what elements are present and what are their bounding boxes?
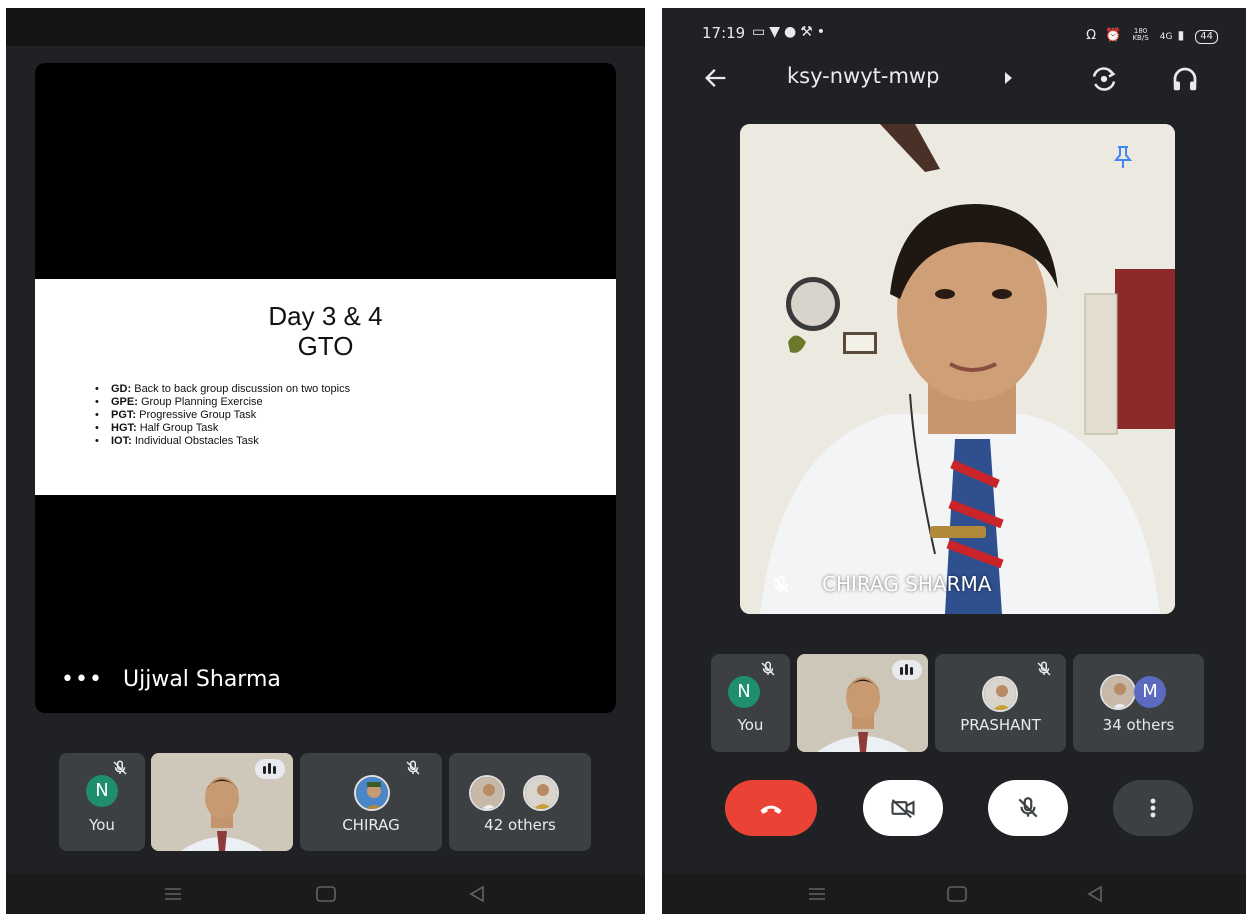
presentation-slide: Day 3 & 4 GTO GD: Back to back group dis… — [35, 279, 616, 495]
avatar: N — [728, 676, 760, 708]
participant-tile-video[interactable] — [797, 654, 928, 752]
participant-label: You — [89, 816, 115, 834]
avatar — [982, 676, 1018, 712]
participant-label: 34 others — [1102, 716, 1175, 734]
participant-tile-others[interactable]: M 34 others — [1073, 654, 1204, 752]
pin-icon[interactable] — [1111, 144, 1135, 170]
participant-tile-chirag[interactable]: CHIRAG — [300, 753, 442, 851]
presenter-bar: ••• Ujjwal Sharma — [35, 653, 616, 713]
android-nav-bar — [662, 874, 1246, 914]
top-bar — [6, 8, 645, 46]
participant-label: CHIRAG — [342, 816, 400, 834]
participant-label: PRASHANT — [960, 716, 1041, 734]
mic-off-icon — [1037, 661, 1051, 676]
caret-right-icon[interactable] — [1005, 72, 1012, 84]
more-options-button[interactable] — [1113, 780, 1193, 836]
status-icons-right: Ω ⏰ 180 KB/S 4G ▮ 44 — [1086, 24, 1218, 44]
slide-title: Day 3 & 4 GTO — [35, 301, 616, 361]
main-video-feed[interactable]: CHIRAG SHARMA — [740, 124, 1175, 614]
participant-tile-you[interactable]: N You — [59, 753, 145, 851]
status-time: 17:19 — [702, 24, 746, 42]
more-options-icon[interactable]: ••• — [61, 667, 103, 692]
notification-icon: ▼ — [769, 24, 785, 40]
notification-dot-icon: • — [816, 24, 830, 40]
notification-icons: ▭▼●⚒• — [752, 24, 829, 40]
headphones-status-icon: Ω — [1086, 28, 1097, 43]
avatar — [523, 775, 559, 811]
speaking-indicator-icon — [255, 759, 285, 779]
phone-screen-left: Day 3 & 4 GTO GD: Back to back group dis… — [6, 8, 645, 914]
home-icon[interactable] — [315, 884, 337, 904]
participant-tile-prashant[interactable]: PRASHANT — [935, 654, 1066, 752]
android-nav-bar — [6, 874, 645, 914]
presenter-name: Ujjwal Sharma — [123, 667, 281, 692]
slide-bullet: GPE: Group Planning Exercise — [95, 396, 350, 409]
headphones-icon[interactable] — [1170, 64, 1200, 94]
menu-icon[interactable] — [163, 884, 183, 904]
participant-name: CHIRAG SHARMA — [822, 572, 992, 596]
end-call-button[interactable] — [725, 780, 817, 836]
more-options-icon — [1150, 798, 1156, 818]
participant-tile-others[interactable]: 42 others — [449, 753, 591, 851]
network-type: 4G — [1159, 32, 1173, 42]
participant-label: You — [737, 716, 764, 734]
avatar: M — [1134, 676, 1166, 708]
screen-share-view[interactable]: Day 3 & 4 GTO GD: Back to back group dis… — [35, 63, 616, 713]
menu-icon[interactable] — [807, 884, 827, 904]
slide-title-line2: GTO — [297, 331, 354, 361]
slide-bullet: IOT: Individual Obstacles Task — [95, 435, 350, 448]
avatar — [469, 775, 505, 811]
mic-off-icon — [773, 575, 789, 593]
slide-bullet: PGT: Progressive Group Task — [95, 409, 350, 422]
mic-toggle-button[interactable] — [988, 780, 1068, 836]
home-icon[interactable] — [946, 884, 968, 904]
person-video-image — [740, 124, 1175, 614]
avatar — [354, 775, 390, 811]
end-call-icon — [760, 805, 782, 814]
signal-icon: ▮ — [1177, 28, 1185, 42]
wrench-icon: ⚒ — [800, 24, 817, 40]
switch-camera-icon[interactable] — [1089, 64, 1119, 94]
back-nav-icon[interactable] — [467, 884, 487, 904]
slide-bullet: GD: Back to back group discussion on two… — [95, 383, 350, 396]
participant-label: 42 others — [484, 816, 556, 834]
slide-bullet-list: GD: Back to back group discussion on two… — [95, 383, 350, 448]
slide-title-line1: Day 3 & 4 — [268, 301, 383, 331]
participant-tile-you[interactable]: N You — [711, 654, 790, 752]
mic-off-icon — [1018, 797, 1038, 818]
camera-toggle-button[interactable] — [863, 780, 943, 836]
back-nav-icon[interactable] — [1085, 884, 1105, 904]
network-speed: 180 KB/S — [1132, 26, 1149, 42]
slide-bullet: HGT: Half Group Task — [95, 422, 350, 435]
mic-off-icon — [761, 661, 775, 676]
speaking-indicator-icon — [892, 660, 922, 680]
mic-off-icon — [113, 760, 127, 775]
notification-icon: ● — [784, 24, 801, 40]
notification-icon: ▭ — [752, 24, 770, 40]
back-arrow-icon[interactable] — [702, 64, 730, 92]
avatar — [1100, 674, 1136, 710]
battery-indicator: 44 — [1195, 30, 1218, 44]
camera-off-icon — [891, 799, 915, 819]
meeting-code[interactable]: ksy-nwyt-mwp — [787, 64, 939, 88]
avatar: N — [86, 775, 118, 807]
phone-screen-right: 17:19 ▭▼●⚒• Ω ⏰ 180 KB/S 4G ▮ 44 ksy-nwyt… — [662, 8, 1246, 914]
participant-tile-video[interactable] — [151, 753, 293, 851]
mic-off-icon — [406, 760, 420, 775]
alarm-icon: ⏰ — [1105, 28, 1122, 43]
